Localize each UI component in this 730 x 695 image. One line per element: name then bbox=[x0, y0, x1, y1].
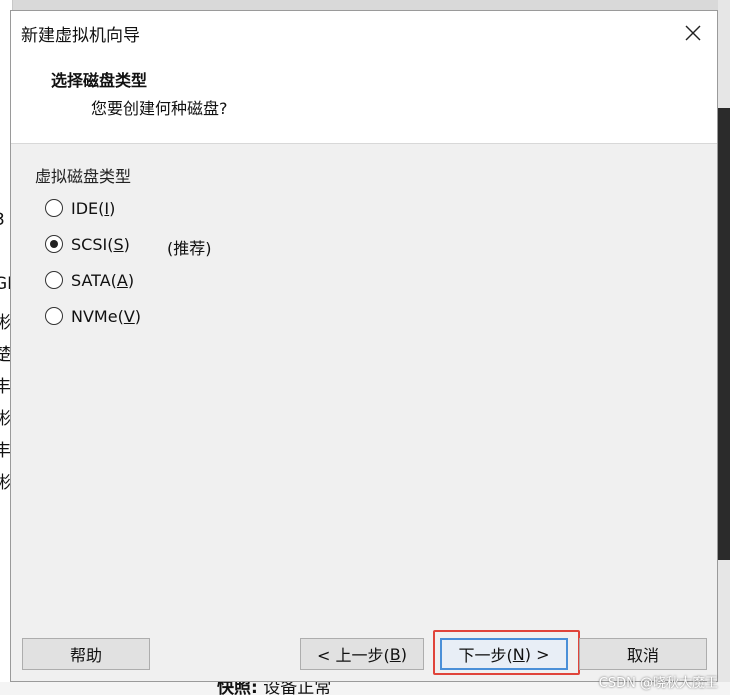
radio-button-nvme[interactable] bbox=[45, 307, 63, 325]
radio-button-scsi[interactable] bbox=[45, 235, 63, 253]
radio-label-nvme: NVMe(V) bbox=[71, 306, 142, 326]
radio-label-sata: SATA(A) bbox=[71, 270, 135, 290]
page-title: 选择磁盘类型 bbox=[51, 71, 148, 90]
radio-button-ide[interactable] bbox=[45, 199, 63, 217]
radio-button-sata[interactable] bbox=[45, 271, 63, 289]
background-app-dark-panel bbox=[718, 0, 730, 695]
recommended-label: (推荐) bbox=[167, 239, 212, 258]
background-status-label: 快照: bbox=[217, 682, 258, 695]
dialog-title: 新建虚拟机向导 bbox=[21, 26, 140, 46]
watermark: CSDN @晓秋大魔王 bbox=[598, 676, 718, 691]
radio-scsi[interactable]: SCSI(S) bbox=[45, 232, 130, 256]
back-button[interactable]: < 上一步(B) bbox=[300, 638, 424, 670]
cancel-button[interactable]: 取消 bbox=[579, 638, 707, 670]
radio-label-ide: IDE(I) bbox=[71, 198, 116, 218]
dialog-titlebar: 新建虚拟机向导 bbox=[11, 11, 717, 55]
help-button[interactable]: 帮助 bbox=[22, 638, 150, 670]
background-status-value: 设备正常 bbox=[263, 682, 332, 695]
radio-nvme[interactable]: NVMe(V) bbox=[45, 304, 141, 328]
radio-sata[interactable]: SATA(A) bbox=[45, 268, 134, 292]
radio-ide[interactable]: IDE(I) bbox=[45, 196, 115, 220]
radio-label-scsi: SCSI(S) bbox=[71, 234, 130, 254]
disk-type-group-label: 虚拟磁盘类型 bbox=[35, 167, 132, 186]
close-icon bbox=[685, 25, 701, 41]
background-text-fragment: 3 bbox=[0, 210, 5, 230]
new-vm-wizard-dialog: 新建虚拟机向导 选择磁盘类型 您要创建何种磁盘? 虚拟磁盘类型 IDE(I) S… bbox=[10, 10, 718, 682]
page-subtitle: 您要创建何种磁盘? bbox=[91, 99, 228, 118]
next-button[interactable]: 下一步(N) > bbox=[440, 638, 568, 670]
wizard-header: 选择磁盘类型 您要创建何种磁盘? bbox=[11, 55, 717, 144]
close-button[interactable] bbox=[677, 17, 709, 49]
